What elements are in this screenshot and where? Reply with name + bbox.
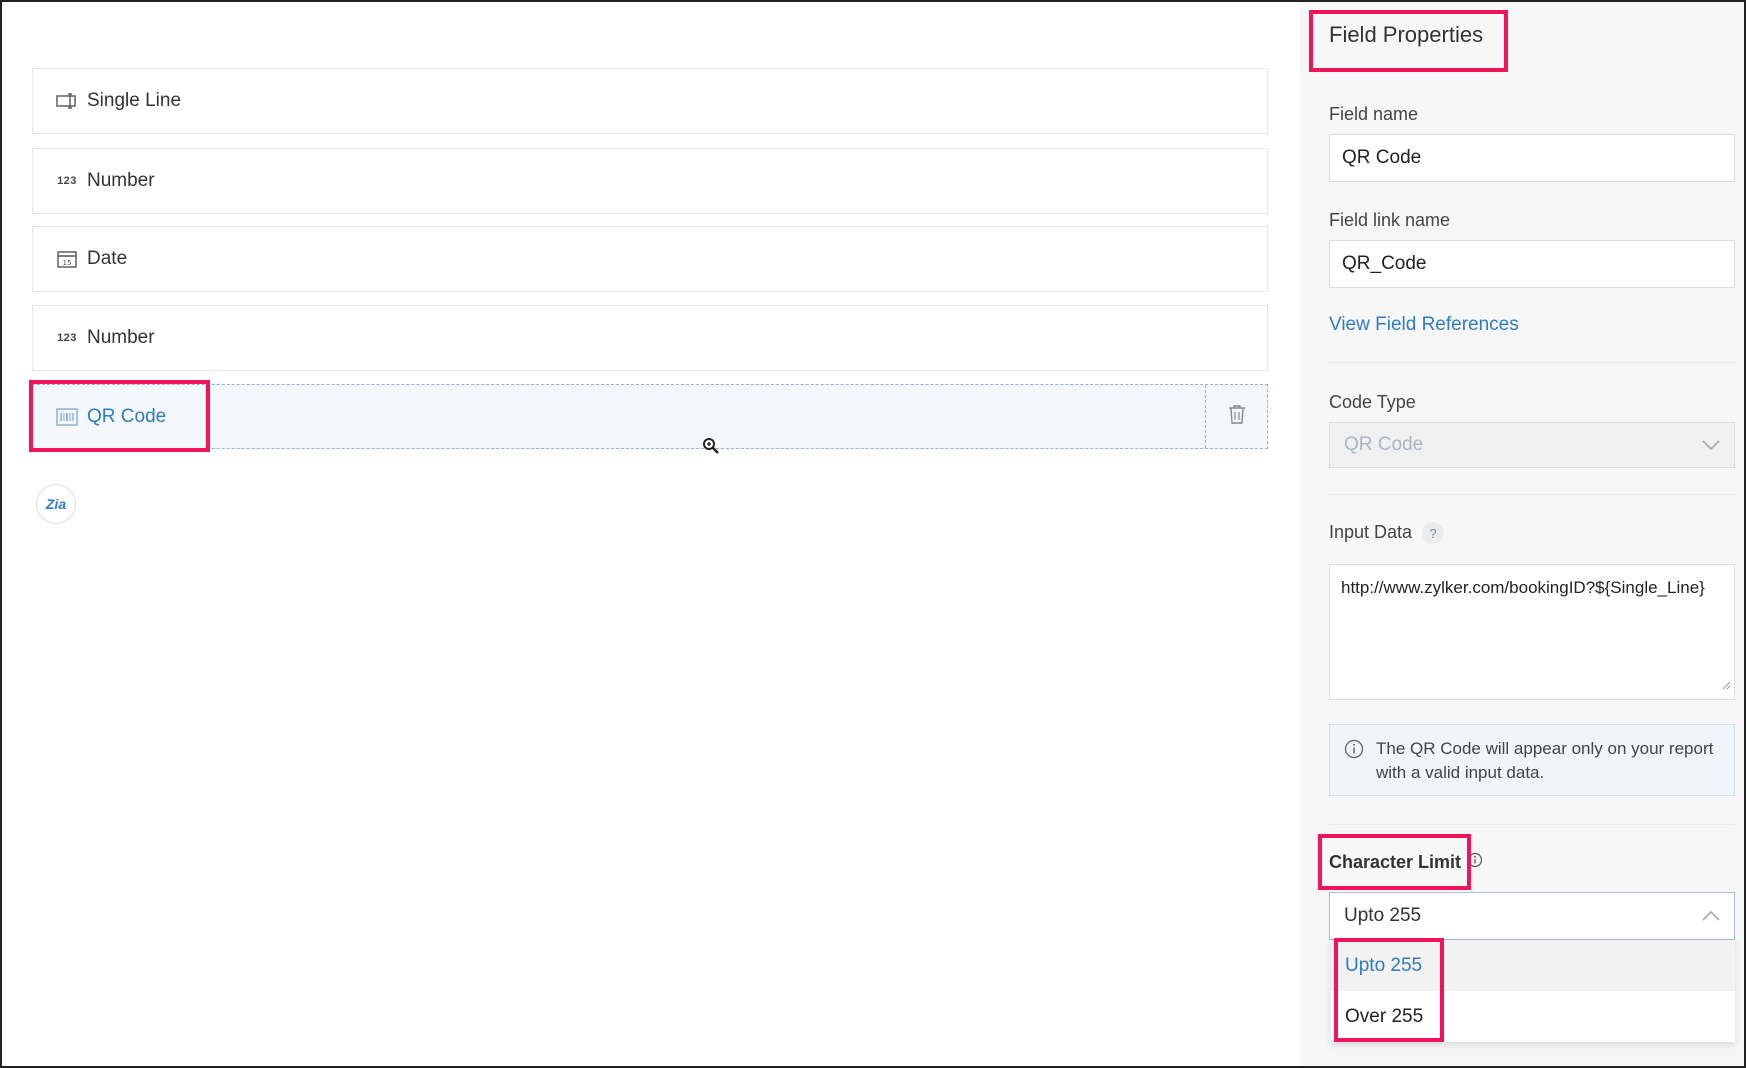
field-link-name-label: Field link name: [1329, 210, 1451, 230]
view-field-references-link[interactable]: View Field References: [1329, 314, 1519, 336]
character-limit-menu: Upto 255 Over 255: [1331, 940, 1735, 1042]
field-properties-panel: Field Properties Field name QR Code Fiel…: [1300, 0, 1746, 1068]
field-number-2[interactable]: 123 Number: [32, 305, 1268, 371]
info-message: The QR Code will appear only on your rep…: [1329, 724, 1735, 796]
help-icon[interactable]: ?: [1422, 522, 1445, 545]
field-date[interactable]: 15 Date: [32, 226, 1268, 292]
field-label: QR Code: [87, 405, 167, 427]
input-data-label: Input Data?: [1329, 522, 1445, 545]
trash-icon: [1228, 404, 1246, 429]
field-label: Number: [87, 170, 155, 191]
field-label: Date: [87, 248, 128, 269]
zoom-cursor-icon: [702, 437, 720, 460]
field-link-name-input[interactable]: QR_Code: [1329, 240, 1735, 288]
number-icon: 123: [57, 332, 77, 344]
number-icon: 123: [57, 175, 77, 187]
option-over-255[interactable]: Over 255: [1331, 991, 1735, 1042]
resize-handle-icon[interactable]: [1721, 674, 1731, 696]
form-canvas: Single Line 123 Number 15 Date 123 Numbe…: [0, 0, 1300, 1068]
option-upto-255[interactable]: Upto 255: [1331, 940, 1735, 991]
code-type-label: Code Type: [1329, 392, 1416, 412]
field-name-label: Field name: [1329, 104, 1419, 124]
character-limit-label: Character Limit: [1329, 852, 1483, 873]
single-line-icon: [55, 89, 79, 113]
zia-icon: Zia: [45, 496, 67, 512]
panel-title: Field Properties: [1329, 22, 1484, 47]
field-number[interactable]: 123 Number: [32, 148, 1268, 214]
info-text: The QR Code will appear only on your rep…: [1376, 739, 1714, 782]
divider: [1329, 362, 1735, 363]
qr-code-icon: [55, 405, 79, 429]
zia-assistant-button[interactable]: Zia: [36, 484, 76, 524]
chevron-down-icon: [1702, 434, 1720, 456]
field-label: Number: [87, 327, 155, 348]
info-icon: [1344, 739, 1364, 785]
field-name-input[interactable]: QR Code: [1329, 134, 1735, 182]
code-type-value: QR Code: [1344, 434, 1424, 455]
info-icon[interactable]: [1467, 852, 1483, 873]
chevron-up-icon: [1702, 905, 1720, 927]
delete-field-button[interactable]: [1205, 385, 1267, 448]
field-qr-code[interactable]: QR Code: [32, 384, 1268, 449]
svg-text:15: 15: [63, 259, 72, 267]
divider: [1329, 494, 1735, 495]
input-data-textarea[interactable]: http://www.zylker.com/bookingID?${Single…: [1329, 564, 1735, 700]
character-limit-select[interactable]: Upto 255: [1329, 892, 1735, 940]
field-label: Single Line: [87, 90, 182, 111]
calendar-icon: 15: [55, 247, 79, 271]
code-type-select[interactable]: QR Code: [1329, 422, 1735, 468]
character-limit-value: Upto 255: [1344, 905, 1422, 926]
divider: [1329, 824, 1735, 825]
field-single-line[interactable]: Single Line: [32, 68, 1268, 134]
